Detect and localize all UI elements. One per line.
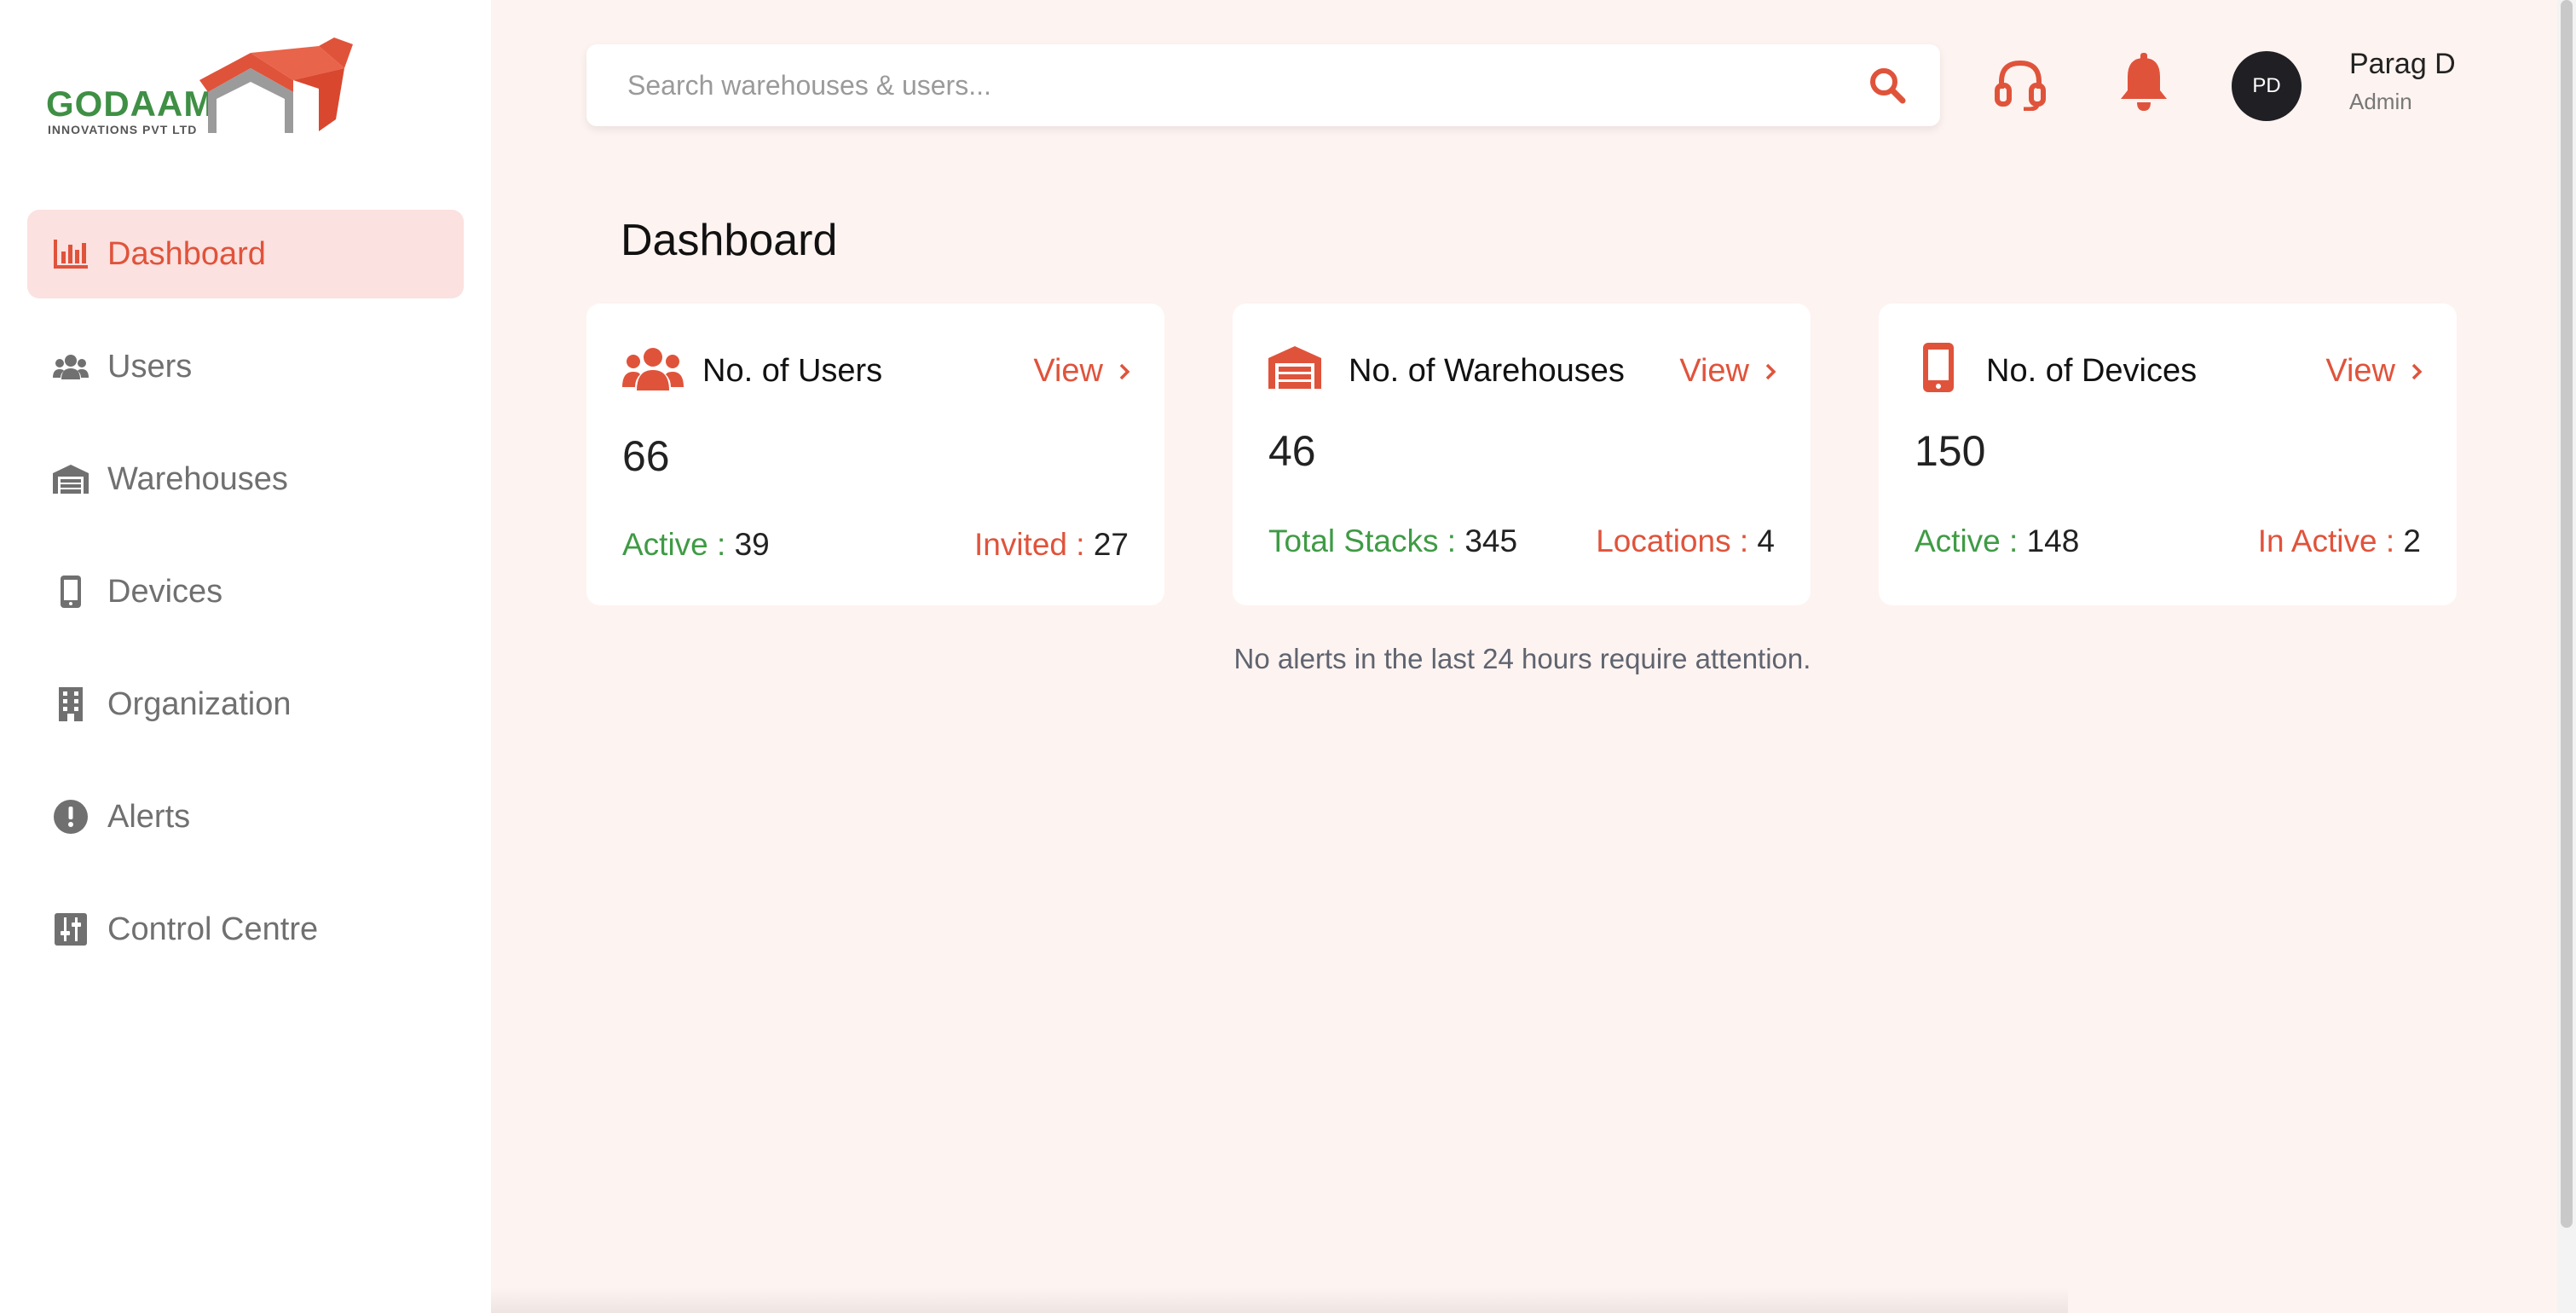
- users-card: No. of Users View 66 Active : 39 Invited…: [586, 304, 1164, 605]
- devices-card: No. of Devices View 150 Active : 148 In …: [1879, 304, 2457, 605]
- users-icon: [622, 346, 684, 395]
- users-invited-stat: Invited : 27: [973, 527, 1129, 562]
- card-footer: Total Stacks : 345 Locations : 4: [1268, 523, 1775, 559]
- sidebar-item-label: Alerts: [107, 798, 191, 835]
- sidebar-item-label: Warehouses: [107, 460, 288, 497]
- building-icon: [53, 686, 89, 722]
- user-name[interactable]: Parag D: [2349, 48, 2456, 81]
- users-count: 66: [622, 432, 670, 480]
- devices-active-stat: Active : 148: [1915, 523, 2080, 558]
- user-role: Admin: [2349, 89, 2412, 114]
- sidebar-item-devices[interactable]: Devices: [27, 547, 464, 636]
- scrollbar-thumb[interactable]: [2561, 0, 2573, 1228]
- view-warehouses-link[interactable]: View: [1679, 353, 1776, 390]
- users-icon: [53, 349, 89, 385]
- search-input[interactable]: [626, 68, 1822, 102]
- total-stacks-stat: Total Stacks : 345: [1268, 523, 1518, 558]
- search-icon[interactable]: [1868, 67, 1906, 108]
- warehouse-icon: [1268, 346, 1321, 393]
- sidebar-nav: Dashboard Users Warehouses Devices Organ…: [27, 210, 464, 998]
- view-label: View: [2325, 353, 2395, 389]
- devices-inactive-stat: In Active : 2: [2257, 523, 2421, 558]
- sidebar-item-label: Organization: [107, 685, 292, 722]
- bar-chart-icon: [53, 236, 89, 272]
- sidebar-item-users[interactable]: Users: [27, 322, 464, 411]
- card-title: No. of Users: [702, 353, 883, 389]
- sidebar-item-label: Dashboard: [107, 235, 266, 272]
- sidebar-item-label: Users: [107, 348, 193, 385]
- headset-icon[interactable]: [1995, 56, 2046, 115]
- mobile-icon: [1921, 341, 1955, 398]
- bottom-shadow: [491, 1287, 2068, 1313]
- bell-icon[interactable]: [2117, 53, 2170, 117]
- sidebar-item-dashboard[interactable]: Dashboard: [27, 210, 464, 298]
- view-users-link[interactable]: View: [1033, 353, 1130, 390]
- warehouse-roof-logo-icon: [199, 38, 353, 133]
- exclamation-circle-icon: [53, 799, 89, 835]
- card-title: No. of Devices: [1986, 353, 2198, 389]
- no-alerts-message: No alerts in the last 24 hours require a…: [1233, 643, 1811, 674]
- users-active-stat: Active : 39: [622, 527, 770, 562]
- card-footer: Active : 39 Invited : 27: [622, 527, 1129, 563]
- sliders-icon: [53, 911, 89, 947]
- brand-logo[interactable]: GODAAM INNOVATIONS PVT LTD: [46, 38, 353, 140]
- warehouses-card: No. of Warehouses View 46 Total Stacks :…: [1233, 304, 1811, 605]
- sidebar-item-organization[interactable]: Organization: [27, 660, 464, 749]
- devices-count: 150: [1915, 427, 1986, 475]
- warehouse-icon: [53, 461, 89, 497]
- chevron-right-icon: [1119, 363, 1130, 379]
- mobile-icon: [53, 574, 89, 610]
- sidebar: GODAAM INNOVATIONS PVT LTD Dashboard Use…: [0, 0, 491, 1313]
- sidebar-item-alerts[interactable]: Alerts: [27, 772, 464, 861]
- card-footer: Active : 148 In Active : 2: [1915, 523, 2421, 559]
- avatar-initials: PD: [2252, 74, 2281, 97]
- view-label: View: [1033, 353, 1103, 389]
- search-box: [586, 44, 1940, 126]
- locations-stat: Locations : 4: [1596, 523, 1775, 558]
- view-devices-link[interactable]: View: [2325, 353, 2423, 390]
- page-title: Dashboard: [621, 216, 838, 265]
- avatar[interactable]: PD: [2232, 51, 2302, 121]
- brand-name: GODAAM: [46, 84, 215, 124]
- chevron-right-icon: [1765, 363, 1776, 379]
- chevron-right-icon: [2411, 363, 2423, 379]
- sidebar-item-label: Control Centre: [107, 911, 319, 947]
- card-title: No. of Warehouses: [1349, 353, 1625, 389]
- warehouses-count: 46: [1268, 427, 1316, 475]
- sidebar-item-label: Devices: [107, 573, 223, 610]
- page-scrollbar[interactable]: [2557, 0, 2576, 1313]
- sidebar-item-control-centre[interactable]: Control Centre: [27, 885, 464, 974]
- sidebar-item-warehouses[interactable]: Warehouses: [27, 435, 464, 523]
- top-bar: PD Parag D Admin: [586, 44, 2458, 130]
- brand-subtitle: INNOVATIONS PVT LTD: [48, 123, 198, 136]
- view-label: View: [1679, 353, 1749, 389]
